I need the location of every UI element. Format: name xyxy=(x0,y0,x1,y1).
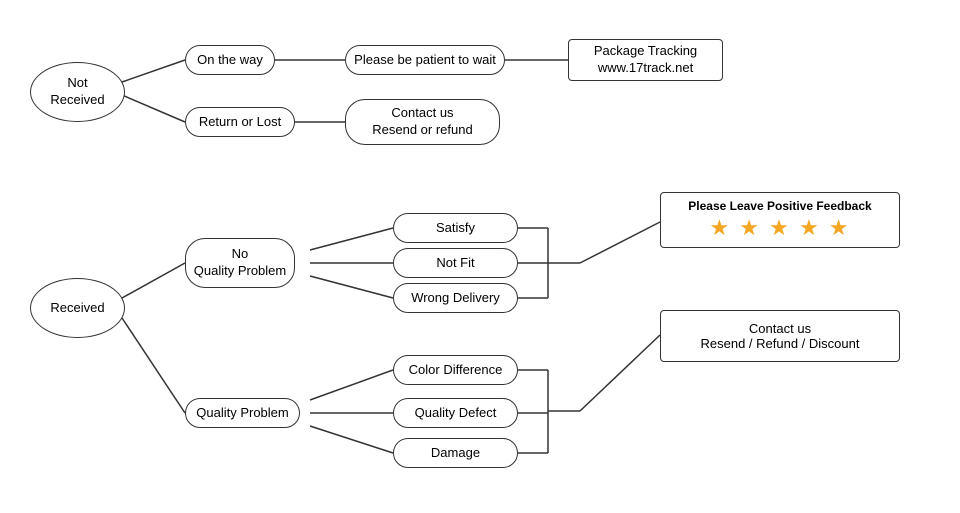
on-the-way-node: On the way xyxy=(185,45,275,75)
package-tracking-node: Package Tracking www.17track.net xyxy=(568,39,723,81)
satisfy-node: Satisfy xyxy=(393,213,518,243)
feedback-label: Please Leave Positive Feedback xyxy=(671,199,889,213)
contact-resend-refund-discount-box: Contact us Resend / Refund / Discount xyxy=(660,310,900,362)
not-fit-node: Not Fit xyxy=(393,248,518,278)
damage-node: Damage xyxy=(393,438,518,468)
please-feedback-box: Please Leave Positive Feedback ★ ★ ★ ★ ★ xyxy=(660,192,900,248)
no-quality-problem-node: No Quality Problem xyxy=(185,238,295,288)
return-or-lost-node: Return or Lost xyxy=(185,107,295,137)
color-difference-node: Color Difference xyxy=(393,355,518,385)
diagram: Not Received On the way Return or Lost P… xyxy=(0,0,960,513)
received-node: Received xyxy=(30,278,125,338)
patient-wait-node: Please be patient to wait xyxy=(345,45,505,75)
contact-resend-refund-node: Contact us Resend or refund xyxy=(345,99,500,145)
wrong-delivery-node: Wrong Delivery xyxy=(393,283,518,313)
quality-problem-node: Quality Problem xyxy=(185,398,300,428)
stars: ★ ★ ★ ★ ★ xyxy=(671,215,889,241)
quality-defect-node: Quality Defect xyxy=(393,398,518,428)
not-received-node: Not Received xyxy=(30,62,125,122)
